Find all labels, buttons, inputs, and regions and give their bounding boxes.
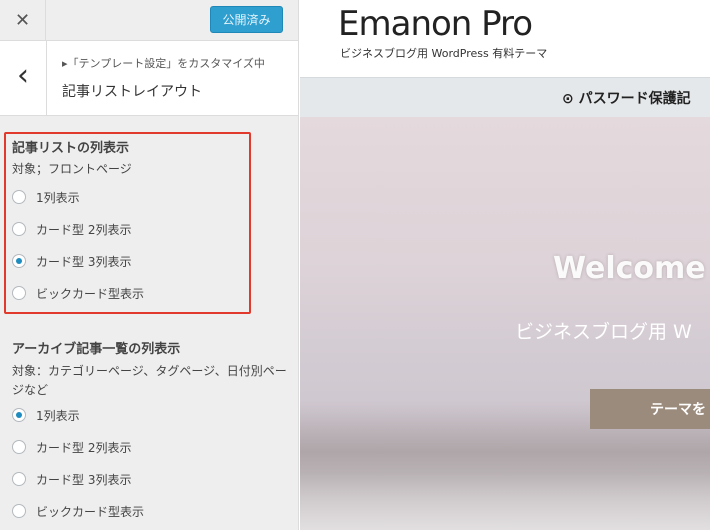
hero-subtitle: ビジネスブログ用 W [515, 321, 692, 343]
radio-label: カード型 3列表示 [36, 472, 132, 487]
radio-option[interactable]: カード型 3列表示 [12, 470, 131, 488]
site-tagline: ビジネスブログ用 WordPress 有料テーマ [340, 47, 548, 60]
radio-button[interactable] [12, 504, 26, 518]
group-title: アーカイブ記事一覧の列表示 [12, 342, 181, 357]
hero-cta-button[interactable]: テーマを [590, 389, 710, 429]
chevron-left-icon: ‹ [17, 58, 29, 93]
hero-title: Welcome t [553, 251, 710, 286]
hero-section: Welcome t ビジネスブログ用 W テーマを [300, 117, 710, 530]
radio-option[interactable]: カード型 2列表示 [12, 438, 131, 456]
customizer-topbar: ✕ 公開済み [0, 0, 298, 41]
breadcrumb: ▸「テンプレート設定」をカスタマイズ中 [62, 57, 265, 70]
radio-dot-icon [16, 412, 22, 418]
password-protect-bar[interactable]: ⊙ パスワード保護記 [300, 77, 710, 118]
section-title: 記事リストレイアウト [62, 84, 202, 100]
group-description: 対象：カテゴリーページ、タグページ、日付別ページなど [12, 364, 287, 397]
radio-label: カード型 2列表示 [36, 440, 132, 455]
password-protect-text: ⊙ パスワード保護記 [562, 91, 691, 107]
back-button[interactable]: ‹ [0, 41, 47, 115]
radio-option[interactable]: ビックカード型表示 [12, 502, 144, 520]
radio-option[interactable]: 1列表示 [12, 406, 80, 424]
close-button[interactable]: ✕ [0, 0, 46, 40]
radio-label: ビックカード型表示 [36, 504, 145, 519]
customizer-sidebar: ✕ 公開済み ‹ ▸「テンプレート設定」をカスタマイズ中 記事リストレイアウト … [0, 0, 299, 530]
close-icon: ✕ [14, 9, 31, 31]
publish-button[interactable]: 公開済み [210, 6, 283, 33]
archive-list-columns-group: アーカイブ記事一覧の列表示 対象：カテゴリーページ、タグページ、日付別ページなど… [12, 338, 292, 528]
radio-button[interactable] [12, 440, 26, 454]
radio-button-selected[interactable] [12, 408, 26, 422]
section-header: ‹ ▸「テンプレート設定」をカスタマイズ中 記事リストレイアウト [0, 41, 298, 116]
site-preview: Emanon Pro ビジネスブログ用 WordPress 有料テーマ ⊙ パス… [300, 0, 710, 530]
radio-label: 1列表示 [36, 408, 80, 423]
radio-button[interactable] [12, 472, 26, 486]
site-logo[interactable]: Emanon Pro [338, 4, 533, 44]
highlight-box [4, 132, 251, 314]
